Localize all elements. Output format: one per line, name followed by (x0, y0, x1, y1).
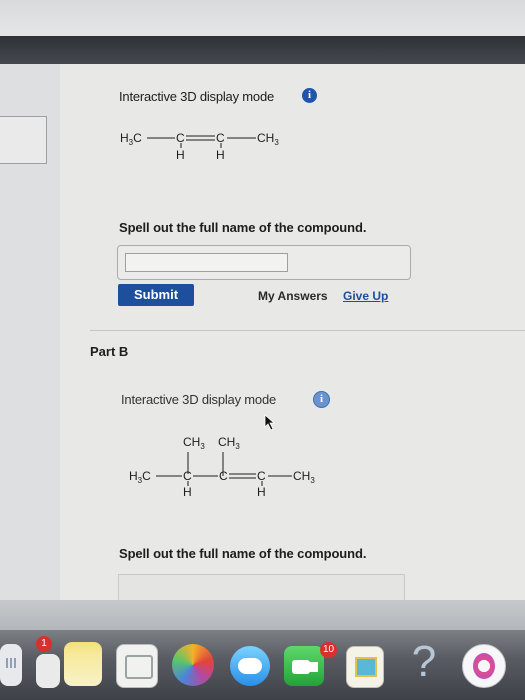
display-mode-label-b: Interactive 3D display mode (121, 392, 277, 407)
hydrogen-2: H (216, 148, 225, 162)
messages-badge: 10 (320, 642, 338, 658)
notes-icon[interactable] (64, 642, 102, 686)
ch3-group-b: CH3 (293, 469, 315, 485)
header-band (0, 36, 525, 64)
my-answers-link[interactable]: My Answers (258, 289, 328, 303)
mouse-cursor-icon (264, 414, 276, 431)
answer-box (117, 245, 411, 280)
screen: Interactive 3D display mode i H3C C C CH… (0, 0, 525, 700)
facetime-icon[interactable] (284, 646, 324, 686)
hydrogen-1: H (176, 148, 185, 162)
answer-input[interactable] (125, 253, 288, 272)
h3c-group-b: H3C (129, 469, 151, 485)
finder-icon[interactable] (0, 644, 22, 686)
question-prompt-b: Spell out the full name of the compound. (119, 546, 367, 561)
preview-icon[interactable] (346, 646, 384, 688)
give-up-link[interactable]: Give Up (343, 289, 388, 303)
dock-reflection (0, 600, 525, 630)
carbon-b3: C (257, 469, 266, 483)
side-panel-box[interactable] (0, 116, 47, 164)
answer-box-b[interactable] (118, 574, 405, 603)
carbon-b2: C (219, 469, 228, 483)
carbon-1: C (176, 131, 185, 145)
ch3-group: CH3 (257, 131, 279, 147)
part-b-title: Part B (90, 344, 129, 359)
hydrogen-b1: H (183, 485, 192, 499)
top-ch3-2: CH3 (218, 435, 240, 451)
dock: 1 10 ? (0, 630, 525, 700)
info-icon-b[interactable]: i (313, 391, 330, 408)
calendar-icon[interactable] (116, 644, 158, 688)
h3c-group: H3C (120, 131, 142, 147)
top-ch3-1: CH3 (183, 435, 205, 451)
browser-top-bar (0, 0, 525, 36)
hydrogen-b2: H (257, 485, 266, 499)
carbon-b1: C (183, 469, 192, 483)
messages-icon[interactable] (230, 646, 270, 686)
mail-badge: 1 (36, 636, 52, 652)
mail-icon[interactable] (36, 654, 60, 688)
question-prompt: Spell out the full name of the compound. (119, 220, 367, 235)
photos-icon[interactable] (172, 644, 214, 686)
carbon-2: C (216, 131, 225, 145)
section-divider (90, 330, 525, 331)
help-icon[interactable]: ? (404, 638, 444, 686)
structure-part-b[interactable]: CH3 CH3 H3C C C C CH3 H H (129, 432, 349, 504)
structure-part-a[interactable]: H3C C C CH3 H H (120, 128, 310, 172)
info-icon[interactable]: i (302, 88, 317, 103)
display-mode-label: Interactive 3D display mode (119, 89, 275, 104)
submit-button[interactable]: Submit (118, 284, 194, 306)
itunes-icon[interactable] (462, 644, 506, 688)
